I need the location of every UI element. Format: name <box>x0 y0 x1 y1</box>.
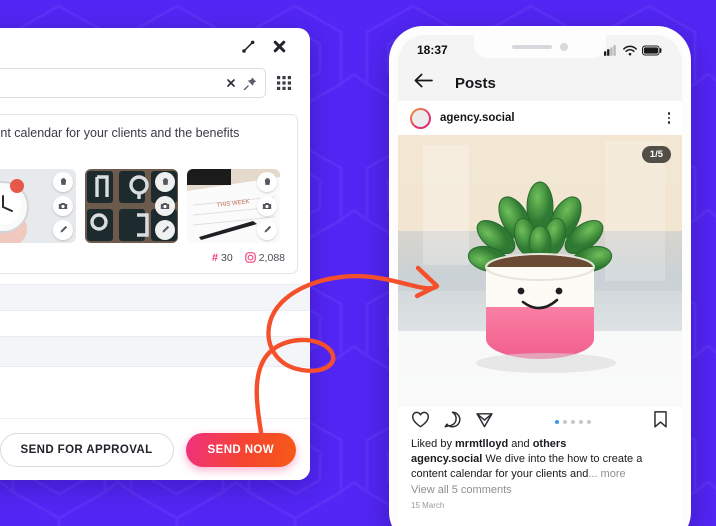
pencil-icon[interactable] <box>257 219 277 240</box>
empty-row <box>0 309 310 336</box>
thumbnail-actions <box>257 171 277 240</box>
scheduler-window: ntent calendar for your clients and the … <box>0 28 310 480</box>
trash-icon[interactable] <box>53 171 73 192</box>
hashtag-count: # 30 <box>212 252 233 264</box>
hashtag-count-value: 30 <box>221 251 233 264</box>
post-photo[interactable]: 1/5 <box>398 135 682 407</box>
post-user-row: agency.social <box>398 101 682 135</box>
post-caption: Liked by mrmtlloyd and others agency.soc… <box>398 437 682 510</box>
back-arrow-icon[interactable] <box>414 73 433 93</box>
page-title: Posts <box>455 74 496 92</box>
succulent-plant-image <box>398 135 682 407</box>
search-box[interactable] <box>0 68 266 98</box>
comment-icon[interactable] <box>443 410 462 434</box>
thumbnail-row: THIS WEEK <box>0 168 285 243</box>
empty-row <box>0 365 310 392</box>
thumbnail-item[interactable] <box>85 168 178 243</box>
phone-screen: 18:37 Posts agency.social 1/5 Liked by m… <box>398 35 682 526</box>
camera-icon[interactable] <box>155 195 175 216</box>
thumbnail-actions <box>155 171 175 240</box>
carousel-counter-badge: 1/5 <box>641 146 671 163</box>
carousel-dot[interactable] <box>571 420 575 424</box>
post-meta-row: # 30 2,088 <box>0 252 285 264</box>
heart-icon[interactable] <box>411 410 430 434</box>
pencil-icon[interactable] <box>155 219 175 240</box>
liked-by-line: Liked by mrmtlloyd and others <box>411 437 669 452</box>
status-icons <box>604 44 662 56</box>
post-actions <box>398 407 682 437</box>
caption-text-1: We dive into the how to create a <box>482 453 643 466</box>
trash-icon[interactable] <box>155 171 175 192</box>
phone-mockup: 18:37 Posts agency.social 1/5 Liked by m… <box>389 26 691 526</box>
caption-author[interactable]: agency.social <box>411 453 482 465</box>
phone-notch <box>474 35 606 58</box>
instagram-icon <box>244 252 256 264</box>
status-time: 18:37 <box>417 43 448 57</box>
front-camera <box>560 42 568 51</box>
signal-bars-icon <box>604 44 616 56</box>
speaker-grille <box>512 44 552 49</box>
bookmark-icon[interactable] <box>652 410 669 434</box>
clear-x-icon[interactable] <box>226 78 236 88</box>
carousel-dot[interactable] <box>555 420 559 424</box>
instagram-count: 2,088 <box>244 251 285 264</box>
liked-username[interactable]: mrmtlloyd <box>455 438 508 450</box>
thumbnail-item[interactable] <box>0 168 76 243</box>
grid-icon[interactable] <box>276 75 292 91</box>
post-text: ntent calendar for your clients and the … <box>0 126 240 140</box>
empty-rows <box>0 283 310 392</box>
instagram-count-value: 2,088 <box>258 251 285 264</box>
carousel-dot[interactable] <box>587 420 591 424</box>
empty-row <box>0 335 310 366</box>
wifi-icon <box>623 45 637 55</box>
caption-body-line-1: agency.social We dive into the how to cr… <box>411 452 669 467</box>
share-paperplane-icon[interactable] <box>475 410 494 434</box>
window-titlebar <box>0 28 310 64</box>
post-username[interactable]: agency.social <box>440 112 659 124</box>
composer-footer: AVE ▾ SEND FOR APPROVAL SEND NOW <box>0 418 310 480</box>
post-link[interactable]: O <box>0 142 285 159</box>
carousel-dot[interactable] <box>579 420 583 424</box>
battery-icon <box>642 45 662 56</box>
post-composer-card[interactable]: ntent calendar for your clients and the … <box>0 114 298 274</box>
avatar[interactable] <box>410 107 431 129</box>
carousel-dots <box>507 420 639 424</box>
post-date: 15 March <box>411 500 445 510</box>
close-icon[interactable] <box>270 37 288 55</box>
liked-prefix: Liked by <box>411 438 456 450</box>
caption-body-line-2: content calendar for your clients and...… <box>411 467 669 482</box>
kebab-menu-icon[interactable] <box>667 112 670 124</box>
avatar-image <box>412 109 429 127</box>
search-toolbar <box>0 64 310 102</box>
send-now-button[interactable]: SEND NOW <box>185 432 296 467</box>
empty-row <box>0 283 310 310</box>
thumbnail-actions <box>53 171 73 240</box>
expand-icon[interactable] <box>239 37 257 55</box>
view-comments-link[interactable]: View all 5 comments <box>411 483 669 498</box>
posts-header: Posts <box>398 65 682 101</box>
more-link[interactable]: ... more <box>588 468 625 480</box>
send-for-approval-button[interactable]: SEND FOR APPROVAL <box>0 432 174 467</box>
camera-icon[interactable] <box>53 195 73 216</box>
caption-text-2: content calendar for your clients and <box>411 468 589 481</box>
pin-icon[interactable] <box>243 76 258 91</box>
liked-middle: and <box>508 438 533 450</box>
carousel-dot[interactable] <box>563 420 567 424</box>
thumbnail-item[interactable]: THIS WEEK <box>187 168 280 243</box>
hashtag-icon: # <box>211 251 219 264</box>
liked-others[interactable]: others <box>533 438 567 450</box>
search-input[interactable] <box>0 76 219 90</box>
trash-icon[interactable] <box>257 171 277 192</box>
camera-icon[interactable] <box>257 195 277 216</box>
pencil-icon[interactable] <box>53 219 73 240</box>
